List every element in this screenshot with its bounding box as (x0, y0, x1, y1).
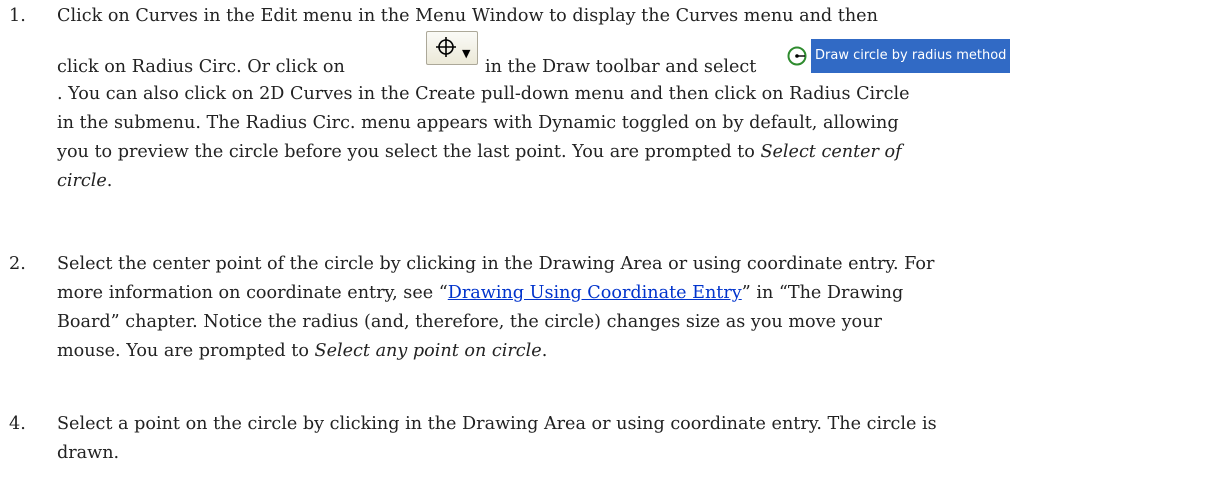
prompt-text: Select center of (760, 142, 902, 162)
prompt-text: Select any point on circle (314, 341, 542, 361)
step-text-fragment: mouse. You are prompted to (57, 341, 315, 361)
step-line: Select a point on the circle by clicking… (57, 414, 937, 434)
step-text: Click on Curves in the Edit menu in the … (57, 2, 1197, 196)
step-line: Select the center point of the circle by… (57, 254, 935, 274)
coordinate-entry-link[interactable]: Drawing Using Coordinate Entry (448, 283, 742, 303)
menu-item-label: Draw circle by radius method (811, 38, 1011, 73)
circle-crosshair-icon (436, 37, 456, 57)
step-line-with-icons: click on Radius Circ. Or click on ▼ in t… (57, 31, 1197, 80)
step-line: . You can also click on 2D Curves in the… (57, 84, 910, 104)
step-text-fragment: more information on coordinate entry, se… (57, 283, 448, 303)
draw-toolbar-circle-button[interactable]: ▼ (426, 31, 478, 65)
step-text: Select the center point of the circle by… (57, 250, 1197, 366)
step-line: Board” chapter. Notice the radius (and, … (57, 312, 882, 332)
step-line: you to preview the circle before you sel… (57, 138, 1197, 167)
step-line: circle. (57, 167, 1197, 196)
step-number: 2. (9, 254, 26, 274)
step-number: 4. (9, 414, 26, 434)
step-text: Select a point on the circle by clicking… (57, 410, 1197, 468)
step-text-fragment: ” in “The Drawing (741, 283, 904, 303)
step-line: more information on coordinate entry, se… (57, 279, 1197, 308)
step-text-fragment: . (541, 341, 548, 361)
step-text-fragment: . (106, 171, 113, 191)
step-number: 1. (9, 6, 26, 26)
step-text-fragment: in the Draw toolbar and select (485, 57, 757, 77)
step-line: Click on Curves in the Edit menu in the … (57, 6, 878, 26)
circle-radius-icon (787, 46, 807, 65)
draw-circle-radius-menu-item[interactable]: Draw circle by radius method (786, 38, 1011, 73)
step-line: drawn. (57, 443, 120, 463)
chevron-down-icon: ▼ (462, 47, 471, 60)
step-text-fragment: click on Radius Circ. Or click on (57, 57, 345, 77)
prompt-text: circle (57, 171, 107, 191)
step-line: mouse. You are prompted to Select any po… (57, 337, 1197, 366)
step-line: in the submenu. The Radius Circ. menu ap… (57, 113, 899, 133)
step-text-fragment: you to preview the circle before you sel… (57, 142, 761, 162)
